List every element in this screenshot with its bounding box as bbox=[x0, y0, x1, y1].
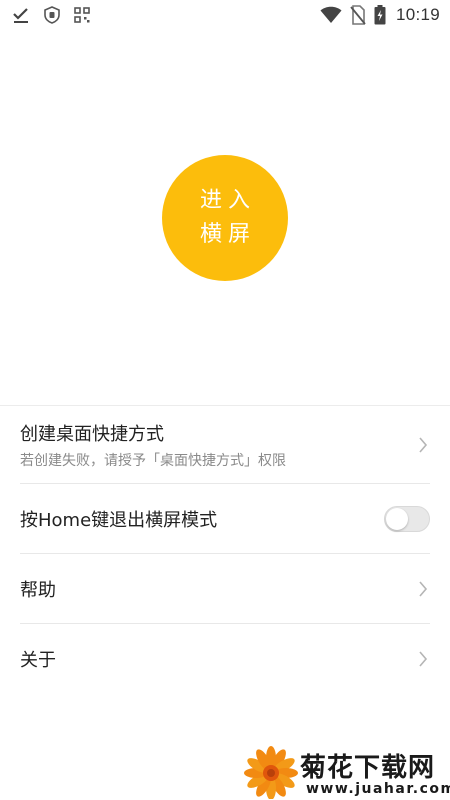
help-row[interactable]: 帮助 bbox=[20, 554, 430, 624]
shield-icon bbox=[44, 6, 60, 24]
enter-landscape-button[interactable]: 进入横屏 bbox=[162, 155, 288, 281]
create-shortcut-row[interactable]: 创建桌面快捷方式 若创建失败，请授予「桌面快捷方式」权限 bbox=[20, 406, 430, 484]
chevron-right-icon bbox=[419, 437, 428, 453]
home-exit-row: 按Home键退出横屏模式 bbox=[20, 484, 430, 554]
watermark: 菊花下载网 www.juahar.com bbox=[244, 745, 450, 800]
no-sim-icon bbox=[350, 5, 366, 25]
toggle-knob bbox=[386, 508, 408, 530]
chevron-right-icon bbox=[419, 651, 428, 667]
status-bar: 10:19 bbox=[0, 0, 450, 32]
chevron-right-icon bbox=[419, 581, 428, 597]
about-title: 关于 bbox=[20, 650, 56, 671]
status-time: 10:19 bbox=[395, 5, 440, 24]
help-title: 帮助 bbox=[20, 580, 56, 601]
status-right-icons: 10:19 bbox=[320, 5, 440, 25]
wifi-icon bbox=[320, 6, 342, 24]
download-done-icon bbox=[12, 6, 30, 24]
create-shortcut-subtitle: 若创建失败，请授予「桌面快捷方式」权限 bbox=[20, 453, 286, 469]
settings-list: 创建桌面快捷方式 若创建失败，请授予「桌面快捷方式」权限 按Home键退出横屏模… bbox=[0, 405, 450, 694]
enter-landscape-label: 进入横屏 bbox=[199, 188, 256, 247]
home-exit-toggle[interactable] bbox=[384, 506, 430, 532]
about-row[interactable]: 关于 bbox=[20, 624, 430, 694]
qr-code-icon bbox=[74, 7, 90, 23]
watermark-url: www.juahar.com bbox=[306, 781, 450, 797]
create-shortcut-title: 创建桌面快捷方式 bbox=[20, 424, 164, 445]
status-left-icons bbox=[12, 6, 90, 24]
battery-charging-icon bbox=[374, 5, 386, 25]
watermark-title: 菊花下载网 bbox=[300, 753, 436, 783]
flower-logo-icon bbox=[244, 746, 298, 799]
home-exit-title: 按Home键退出横屏模式 bbox=[20, 510, 218, 531]
